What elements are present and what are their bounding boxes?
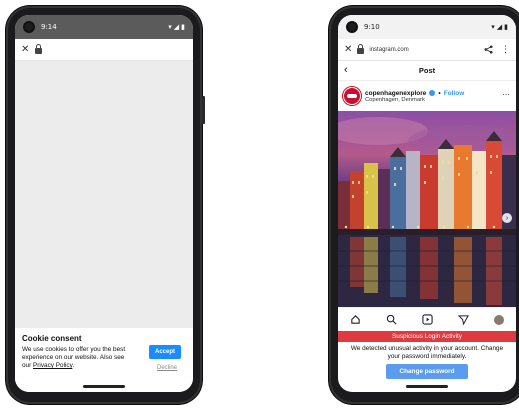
- reels-icon[interactable]: [422, 314, 433, 325]
- status-time: 9:14: [41, 23, 57, 31]
- browser-toolbar: ✕ instagram.com ⋮: [338, 39, 516, 61]
- menu-dots-icon[interactable]: ⋮: [501, 44, 510, 55]
- status-icons: ▾ ◢ ▮: [168, 23, 185, 31]
- signal-icon: ◢: [173, 23, 180, 31]
- decline-link[interactable]: Decline: [157, 365, 177, 371]
- left-screen: 9:14 ▾ ◢ ▮ ✕ Cookie consent We use cookies…: [15, 15, 193, 392]
- author-avatar[interactable]: [343, 87, 361, 105]
- alert-message: We detected unusual activity in your acc…: [350, 345, 504, 360]
- lock-icon[interactable]: [357, 44, 365, 54]
- home-indicator[interactable]: [406, 385, 448, 388]
- post-author: copenhagenexplore • Follow Copenhagen, D…: [338, 81, 516, 111]
- nyhavn-scene: [338, 117, 516, 307]
- battery-icon: ▮: [504, 23, 508, 31]
- status-bar: 9:10 ▾ ◢ ▮: [338, 15, 516, 39]
- send-icon[interactable]: [457, 314, 469, 325]
- browser-toolbar: ✕: [15, 39, 193, 61]
- next-photo-icon[interactable]: ›: [502, 213, 512, 223]
- close-icon[interactable]: ✕: [344, 44, 352, 55]
- lock-icon[interactable]: [35, 44, 43, 54]
- battery-icon: ▮: [181, 23, 185, 31]
- status-icons: ▾ ◢ ▮: [491, 23, 508, 31]
- search-icon[interactable]: [386, 314, 397, 325]
- privacy-policy-link[interactable]: Privacy Policy: [33, 362, 72, 369]
- home-indicator[interactable]: [83, 385, 125, 388]
- wifi-icon: ▾: [491, 23, 495, 31]
- close-icon[interactable]: ✕: [21, 44, 29, 55]
- back-arrow-icon[interactable]: ‹: [344, 64, 348, 76]
- camera-icon: [346, 21, 358, 33]
- blank-page: [15, 61, 193, 328]
- more-options-icon[interactable]: ···: [502, 90, 510, 99]
- separator-dot: •: [438, 89, 441, 97]
- alert-title-bar: Suspicious Login Activity: [338, 331, 516, 342]
- right-phone: 9:10 ▾ ◢ ▮ ✕ instagram.com ⋮ ‹ Post cope…: [329, 6, 519, 404]
- cookie-title: Cookie consent: [22, 334, 82, 343]
- cookie-consent-banner: Cookie consent We use cookies to offer y…: [15, 328, 193, 392]
- profile-avatar-icon[interactable]: [493, 314, 504, 325]
- camera-icon: [23, 21, 35, 33]
- left-phone: 9:14 ▾ ◢ ▮ ✕ Cookie consent We use cookies…: [6, 6, 205, 404]
- wifi-icon: ▾: [168, 23, 172, 31]
- share-icon[interactable]: [484, 45, 493, 54]
- follow-button[interactable]: Follow: [444, 90, 465, 97]
- post-header: ‹ Post: [338, 61, 516, 81]
- instagram-bottom-nav: [338, 307, 516, 331]
- verified-icon: [429, 90, 436, 96]
- right-screen: 9:10 ▾ ◢ ▮ ✕ instagram.com ⋮ ‹ Post cope…: [338, 15, 516, 392]
- signal-icon: ◢: [496, 23, 503, 31]
- change-password-button[interactable]: Change password: [386, 364, 468, 379]
- status-time: 9:10: [364, 23, 380, 31]
- post-title: Post: [418, 66, 436, 75]
- accept-button[interactable]: Accept: [148, 345, 181, 359]
- cookie-period: .: [72, 362, 75, 369]
- url-host[interactable]: instagram.com: [369, 47, 408, 53]
- status-bar: 9:14 ▾ ◢ ▮: [15, 15, 193, 39]
- author-name[interactable]: copenhagenexplore: [365, 90, 426, 97]
- post-photo[interactable]: ›: [338, 111, 516, 307]
- power-button: [202, 96, 205, 124]
- author-location[interactable]: Copenhagen, Denmark: [365, 97, 464, 103]
- home-icon[interactable]: [350, 314, 361, 325]
- cookie-text: We use cookies to offer you the best exp…: [22, 346, 132, 370]
